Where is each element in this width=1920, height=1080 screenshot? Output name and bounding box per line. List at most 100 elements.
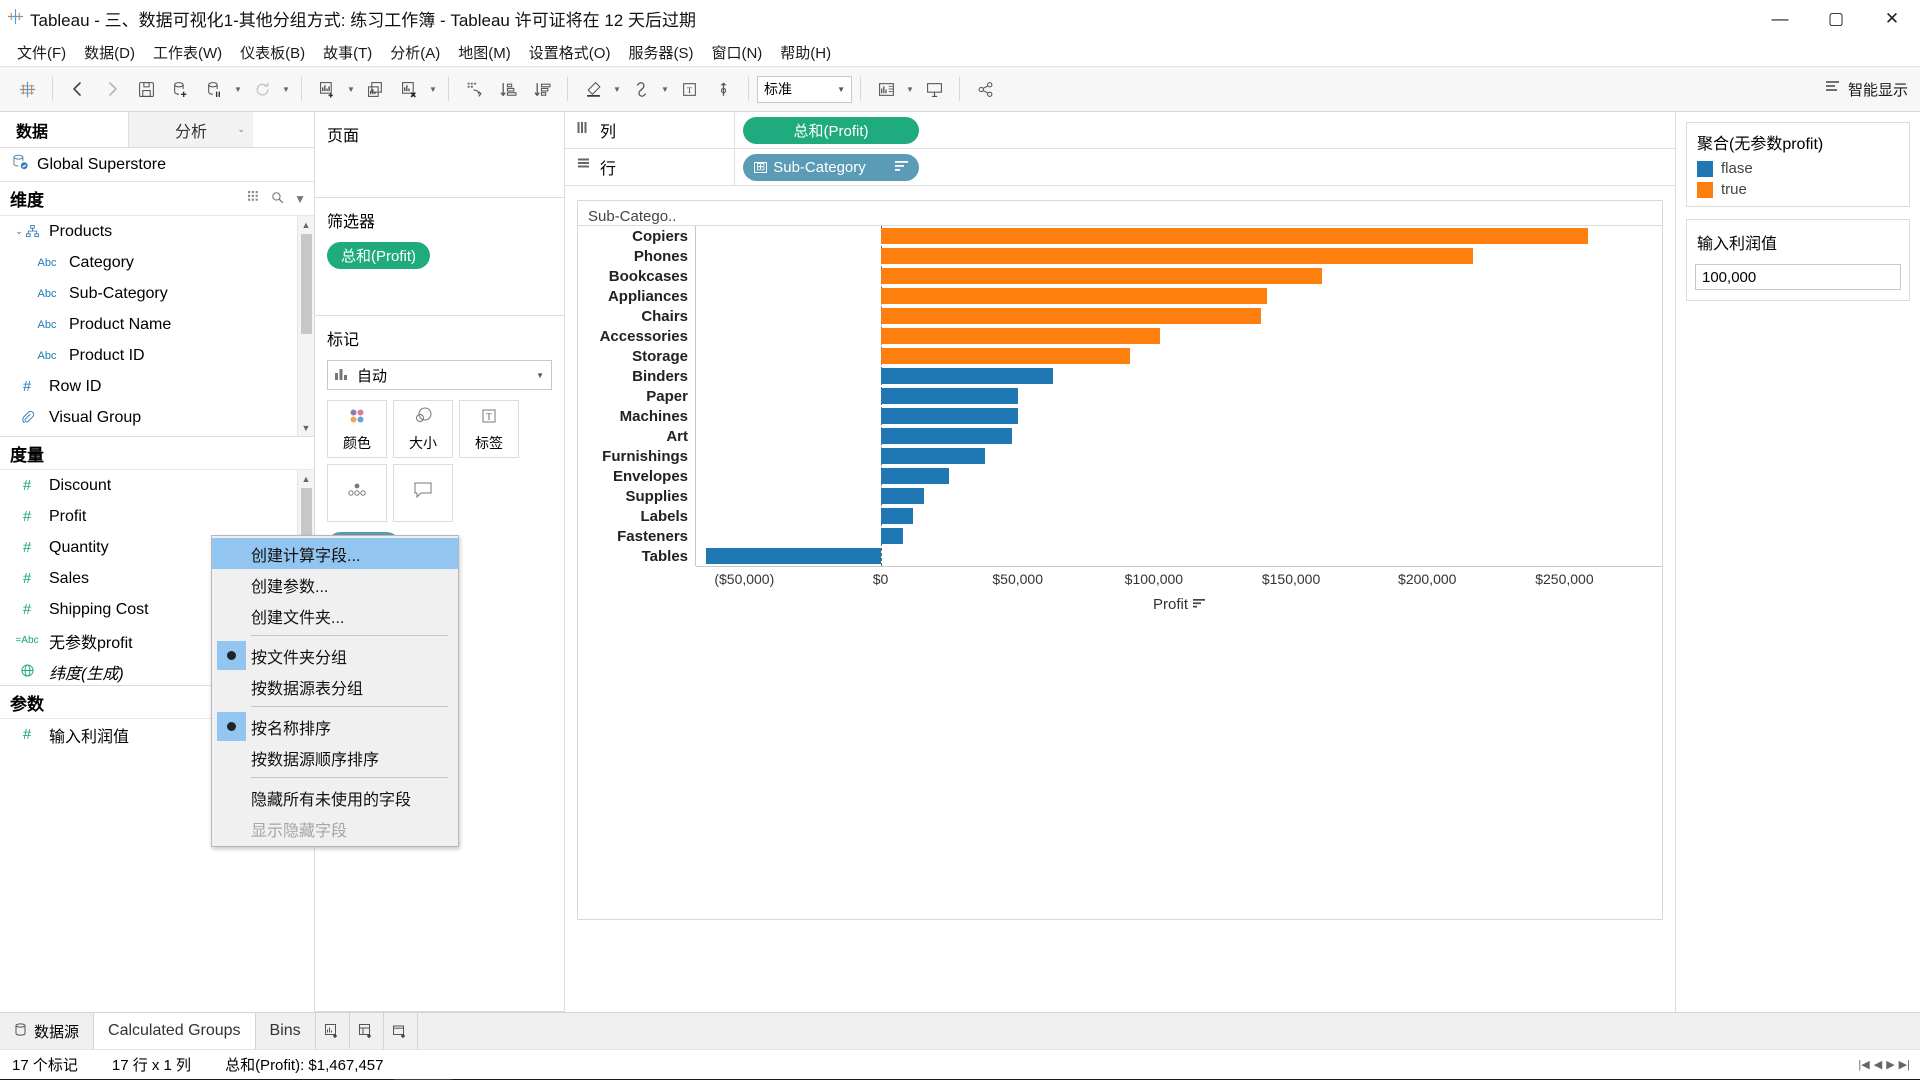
highlight-icon[interactable] — [576, 72, 610, 106]
bar-appliances[interactable] — [880, 288, 1267, 304]
bar-supplies[interactable] — [880, 488, 924, 504]
rows-shelf[interactable]: 行 ⊞ Sub-Category — [565, 149, 1675, 186]
sort-icon[interactable] — [895, 159, 908, 176]
chart-x-axis-title[interactable]: Profit — [696, 596, 1662, 613]
share-icon[interactable] — [968, 72, 1002, 106]
group-caret-icon[interactable]: ▼ — [658, 72, 672, 106]
sort-icon[interactable] — [1193, 596, 1205, 613]
color-legend-card[interactable]: 聚合(无参数profit) flase true — [1686, 122, 1910, 207]
bar-row[interactable] — [696, 226, 1662, 246]
menu-create-folder[interactable]: 创建文件夹... — [212, 600, 458, 631]
fit-view-caret-icon[interactable]: ▼ — [903, 72, 917, 106]
field-product-id[interactable]: Abc Product ID — [0, 340, 314, 371]
new-worksheet-icon[interactable] — [310, 72, 344, 106]
bar-row[interactable] — [696, 266, 1662, 286]
bar-chairs[interactable] — [880, 308, 1262, 324]
marks-color-button[interactable]: 颜色 — [327, 400, 387, 458]
bar-phones[interactable] — [880, 248, 1473, 264]
sheet-tab-calculated-groups[interactable]: Calculated Groups — [94, 1013, 256, 1049]
tab-analysis[interactable]: 分析 ⌄ — [128, 112, 253, 147]
show-labels-icon[interactable]: T — [672, 72, 706, 106]
fix-axes-icon[interactable] — [706, 72, 740, 106]
bar-row[interactable] — [696, 326, 1662, 346]
pause-datasource-icon[interactable] — [197, 72, 231, 106]
menu-group-by-datasource-table[interactable]: 按数据源表分组 — [212, 671, 458, 702]
clear-sheet-icon[interactable] — [392, 72, 426, 106]
minimize-button[interactable]: — — [1752, 0, 1808, 38]
bar-row[interactable] — [696, 246, 1662, 266]
marks-tooltip-button[interactable] — [393, 464, 453, 522]
bar-labels[interactable] — [880, 508, 914, 524]
save-icon[interactable] — [129, 72, 163, 106]
menu-analysis[interactable]: 分析(A) — [381, 39, 449, 66]
bar-fasteners[interactable] — [880, 528, 903, 544]
sort-ascending-icon[interactable] — [491, 72, 525, 106]
pages-card[interactable]: 页面 — [315, 112, 564, 198]
smart-show-button[interactable]: 智能显示 — [1825, 79, 1908, 100]
sheet-tab-bins[interactable]: Bins — [256, 1013, 316, 1049]
datasource-row[interactable]: Global Superstore — [0, 148, 314, 182]
search-icon[interactable] — [271, 191, 284, 207]
context-menu[interactable]: 创建计算字段... 创建参数... 创建文件夹... 按文件夹分组 按数据源表分… — [211, 535, 459, 847]
pause-dropdown-caret-icon[interactable]: ▼ — [231, 72, 245, 106]
menu-server[interactable]: 服务器(S) — [619, 39, 702, 66]
add-datasource-icon[interactable] — [163, 72, 197, 106]
bar-paper[interactable] — [880, 388, 1018, 404]
menu-window[interactable]: 窗口(N) — [702, 39, 771, 66]
clear-sheet-caret-icon[interactable]: ▼ — [426, 72, 440, 106]
group-icon[interactable] — [624, 72, 658, 106]
field-sub-category[interactable]: Abc Sub-Category — [0, 278, 314, 309]
field-profit[interactable]: # Profit — [0, 501, 314, 532]
bar-furnishings[interactable] — [880, 448, 985, 464]
swap-axes-icon[interactable] — [457, 72, 491, 106]
menu-story[interactable]: 故事(T) — [314, 39, 381, 66]
menu-map[interactable]: 地图(M) — [449, 39, 520, 66]
new-story-button[interactable] — [384, 1013, 418, 1049]
chart-container[interactable]: Sub-Catego.. Copiers Phones Bookcases Ap… — [577, 200, 1663, 920]
bar-tables[interactable] — [705, 548, 881, 564]
menu-file[interactable]: 文件(F) — [8, 39, 75, 66]
bar-row[interactable] — [696, 386, 1662, 406]
marks-size-button[interactable]: 大小 — [393, 400, 453, 458]
menu-worksheet[interactable]: 工作表(W) — [144, 39, 231, 66]
close-button[interactable]: ✕ — [1864, 0, 1920, 38]
menu-create-calculated-field[interactable]: 创建计算字段... — [212, 538, 458, 569]
field-visual-group[interactable]: Visual Group — [0, 402, 314, 433]
legend-item-flase[interactable]: flase — [1687, 158, 1909, 179]
bar-row[interactable] — [696, 286, 1662, 306]
dimensions-list[interactable]: ⌄ Products Abc Category Abc Sub-Category… — [0, 216, 314, 436]
expand-plus-icon[interactable]: ⊞ — [754, 161, 768, 173]
fit-view-icon[interactable] — [869, 72, 903, 106]
bar-row[interactable] — [696, 466, 1662, 486]
pill-sub-category-rows[interactable]: ⊞ Sub-Category — [743, 153, 919, 181]
parameter-card[interactable]: 输入利润值 100,000 — [1686, 219, 1910, 301]
bar-row[interactable] — [696, 346, 1662, 366]
marks-label-button[interactable]: T 标签 — [459, 400, 519, 458]
refresh-dropdown-caret-icon[interactable]: ▼ — [279, 72, 293, 106]
view-mode-select[interactable]: 标准 ▼ — [757, 75, 852, 103]
menu-sort-by-name[interactable]: 按名称排序 — [212, 711, 458, 742]
marks-detail-button[interactable] — [327, 464, 387, 522]
field-products[interactable]: ⌄ Products — [0, 216, 314, 247]
bar-row[interactable] — [696, 366, 1662, 386]
bar-row[interactable] — [696, 446, 1662, 466]
columns-shelf[interactable]: 列 总和(Profit) — [565, 112, 1675, 149]
pill-sum-profit-columns[interactable]: 总和(Profit) — [743, 116, 919, 144]
status-pager[interactable]: |◀ ◀ ▶ ▶| — [1858, 1058, 1920, 1071]
bar-envelopes[interactable] — [880, 468, 950, 484]
datasource-tab-button[interactable]: 数据源 — [0, 1013, 95, 1049]
rows-shelf-drop[interactable]: ⊞ Sub-Category — [735, 153, 1675, 181]
refresh-icon[interactable] — [245, 72, 279, 106]
bar-machines[interactable] — [880, 408, 1018, 424]
menu-group-by-folder[interactable]: 按文件夹分组 — [212, 640, 458, 671]
bar-accessories[interactable] — [880, 328, 1160, 344]
filters-card[interactable]: 筛选器 总和(Profit) — [315, 198, 564, 316]
bar-row[interactable] — [696, 426, 1662, 446]
parameter-input[interactable]: 100,000 — [1695, 264, 1901, 290]
dimensions-scrollbar[interactable]: ▲ ▼ — [297, 216, 314, 436]
tab-data[interactable]: 数据 — [0, 112, 128, 147]
menu-hide-unused-fields[interactable]: 隐藏所有未使用的字段 — [212, 782, 458, 813]
grid-view-icon[interactable] — [248, 190, 261, 207]
field-category[interactable]: Abc Category — [0, 247, 314, 278]
chart-x-axis[interactable]: ($50,000) $0 $50,000 $100,000 $150,000 $… — [696, 566, 1662, 592]
